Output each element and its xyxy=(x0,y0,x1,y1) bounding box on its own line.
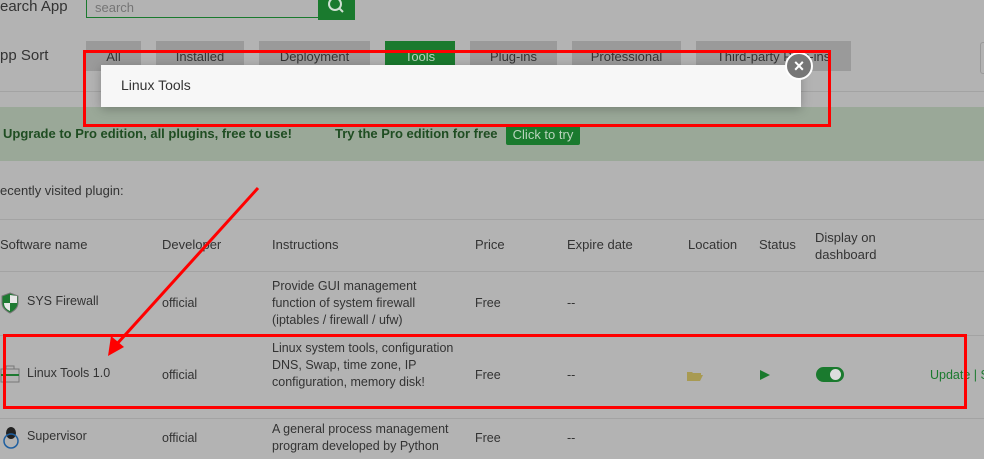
annotation-arrow xyxy=(108,186,260,356)
